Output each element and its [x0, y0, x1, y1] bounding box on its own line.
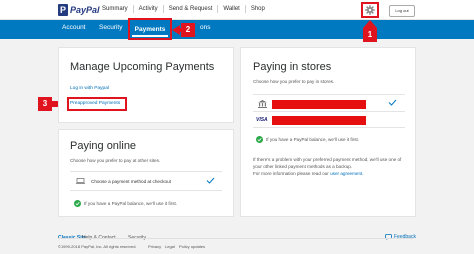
footer-divider: [58, 238, 414, 239]
online-balance-note: If you have a PayPal balance, we'll use …: [84, 201, 178, 206]
legal-link[interactable]: Legal: [165, 244, 175, 249]
sub-nav: Account Security ons: [0, 20, 474, 39]
paypal-logo-icon: P: [58, 4, 68, 16]
check-icon: [206, 177, 215, 184]
backup-text-3: For more information please read our use…: [253, 171, 364, 176]
checkout-method-label: Choose a payment method at checkout: [91, 179, 171, 184]
redacted-card-number: [272, 116, 366, 125]
tab-account[interactable]: Account: [62, 24, 86, 31]
upcoming-payments-title: Manage Upcoming Payments: [70, 61, 215, 73]
backup-text-2: your other linked payment methods as a b…: [253, 164, 353, 169]
redacted-bank-name: [272, 100, 366, 109]
nav-send-request[interactable]: Send & Request: [164, 5, 219, 13]
nav-summary[interactable]: Summary: [97, 5, 134, 13]
copyright-text: ©1999-2018 PayPal, Inc. All rights reser…: [58, 244, 137, 249]
visa-logo: VISA: [256, 117, 268, 123]
nav-activity[interactable]: Activity: [134, 5, 164, 13]
logout-button[interactable]: Log out: [389, 5, 415, 17]
tab-notifications[interactable]: ons: [200, 24, 210, 31]
nav-wallet[interactable]: Wallet: [218, 5, 246, 13]
paying-online-title: Paying online: [70, 140, 137, 152]
settings-button[interactable]: [361, 2, 379, 18]
login-with-paypal-link[interactable]: Log in with Paypal: [70, 86, 109, 91]
stores-balance-check-icon: [256, 136, 263, 143]
policy-updates-link[interactable]: Policy updates: [179, 244, 205, 249]
tab-security[interactable]: Security: [99, 24, 122, 31]
logo-text: PayPal: [70, 5, 100, 15]
user-agreement-link[interactable]: user agreement.: [330, 171, 363, 176]
paypal-logo[interactable]: P PayPal: [58, 4, 100, 16]
feedback-icon: [385, 234, 392, 240]
bank-icon: [258, 100, 267, 108]
nav-shop[interactable]: Shop: [246, 5, 270, 13]
top-nav: Summary Activity Send & Request Wallet S…: [97, 5, 270, 13]
computer-icon: [76, 178, 85, 184]
callout-badge-3: 3: [38, 97, 52, 111]
callout-badge-2: 2: [181, 23, 195, 37]
gear-icon: [365, 5, 375, 15]
stores-balance-note: If you have a PayPal balance, we'll use …: [266, 137, 360, 142]
feedback-button[interactable]: Feedback: [385, 234, 416, 240]
callout-badge-1: 1: [363, 28, 377, 42]
paying-in-stores-title: Paying in stores: [253, 61, 332, 73]
feedback-label: Feedback: [394, 234, 416, 240]
upcoming-payments-card: [58, 47, 234, 123]
selected-check-icon: [388, 99, 397, 106]
preapproved-payments-link[interactable]: Preapproved Payments: [70, 101, 120, 106]
tab-payments[interactable]: Payments: [128, 18, 172, 40]
paying-in-stores-subtitle: Choose how you prefer to pay in stores.: [253, 79, 335, 84]
balance-check-icon: [74, 200, 81, 207]
backup-text-1: If there's a problem with your preferred…: [253, 157, 402, 162]
backup-text-3-label: For more information please read our: [253, 171, 329, 176]
privacy-link[interactable]: Privacy: [148, 244, 161, 249]
paying-online-subtitle: Choose how you prefer to pay at other si…: [70, 158, 161, 163]
